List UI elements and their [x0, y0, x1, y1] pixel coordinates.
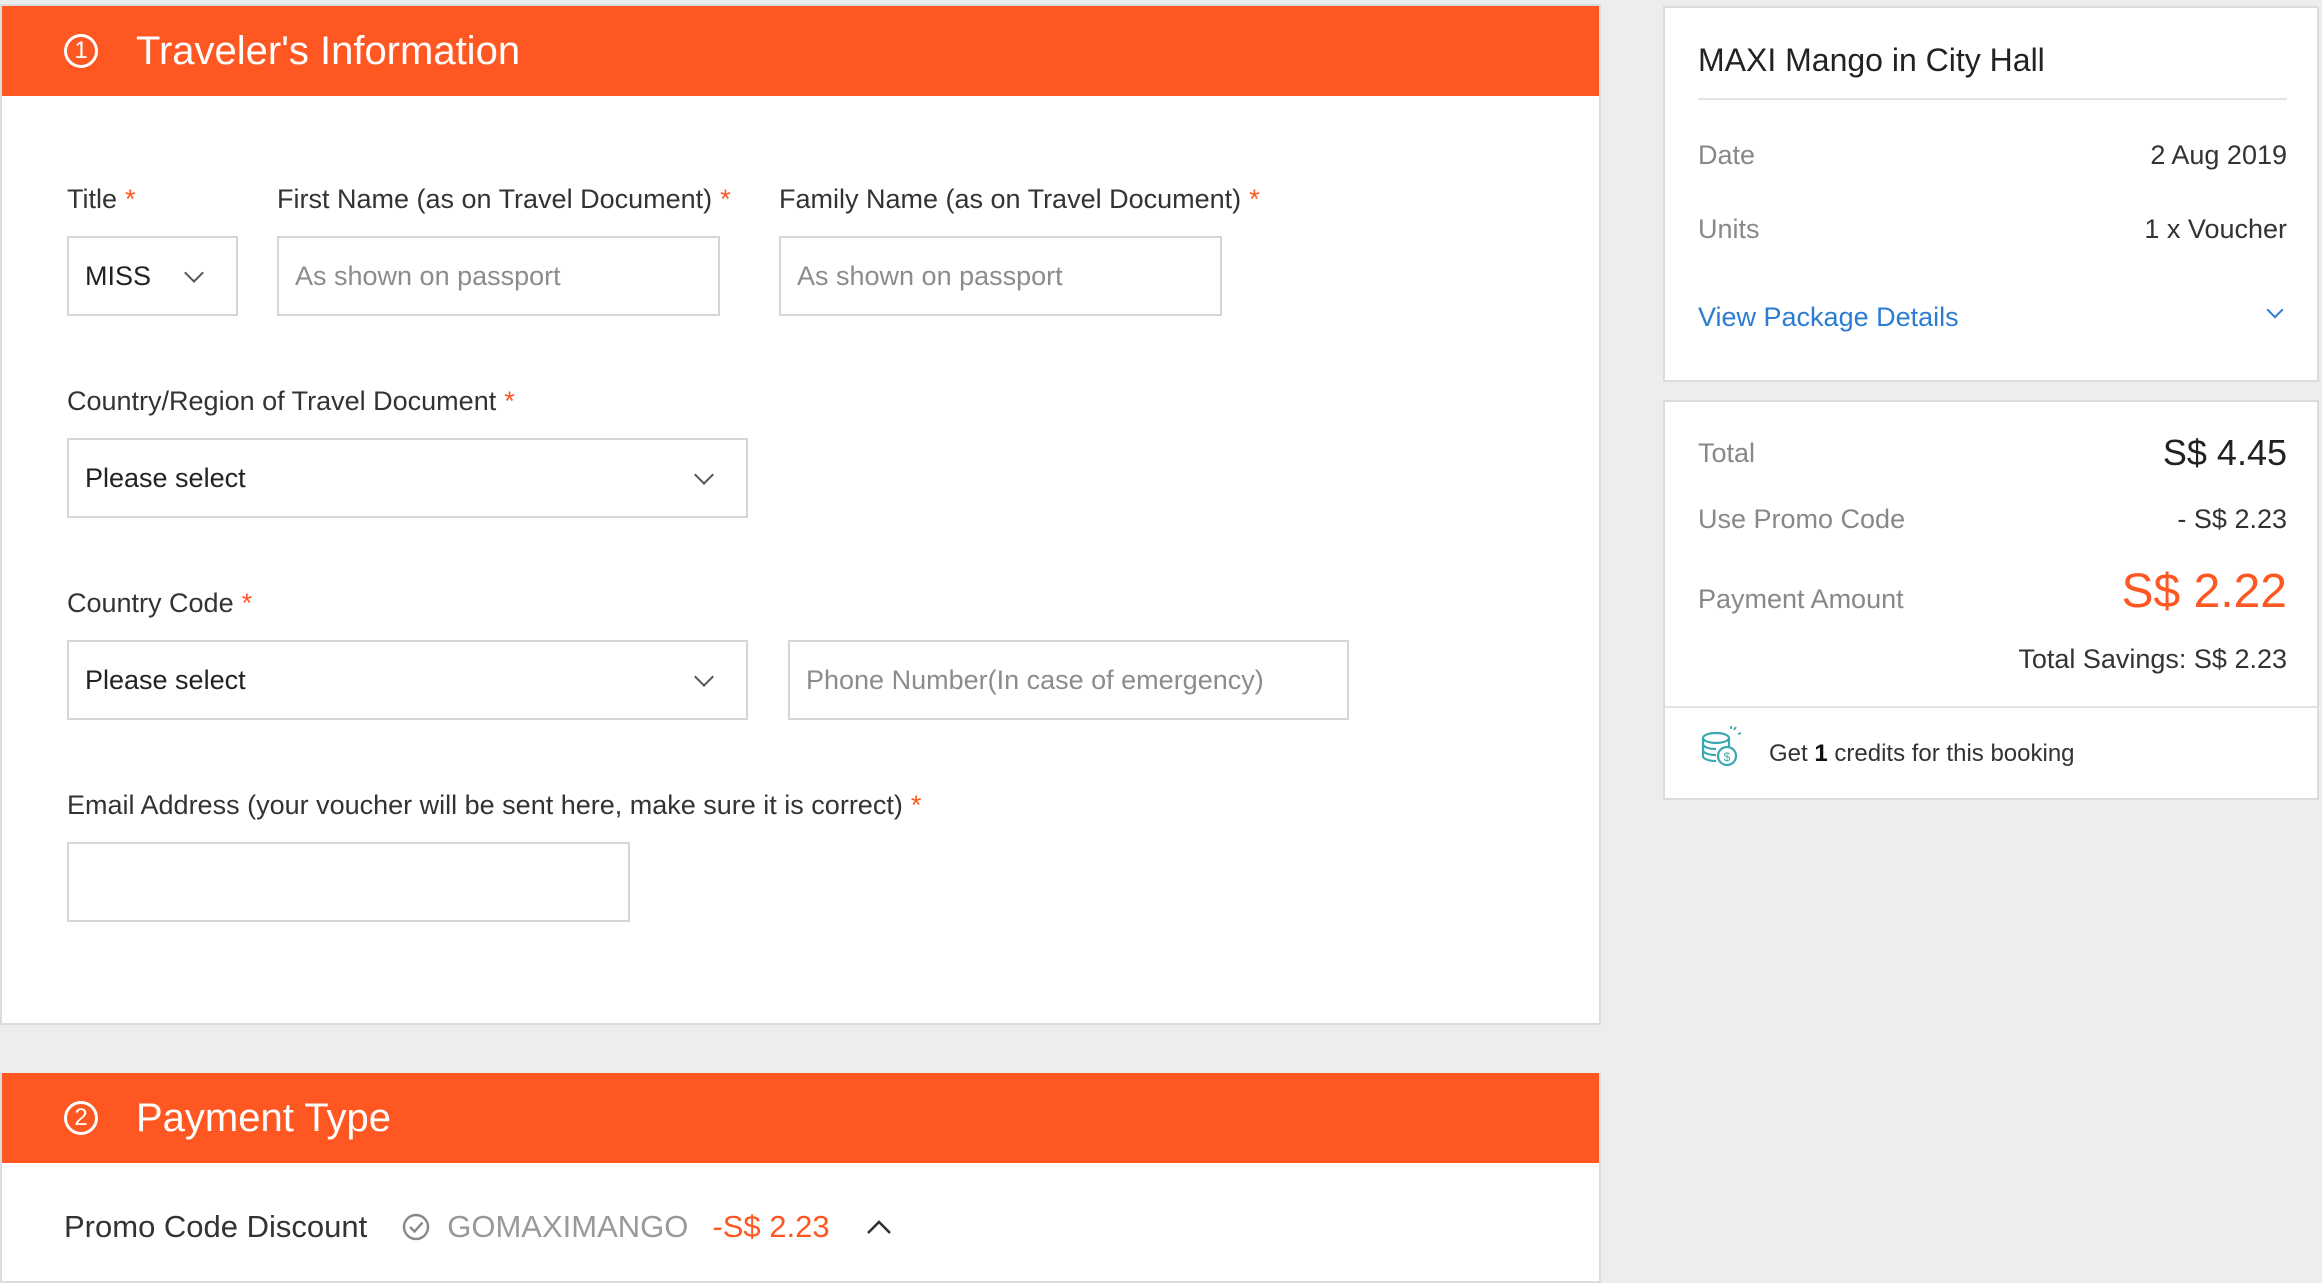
- promo-value: - S$ 2.23: [2177, 504, 2287, 534]
- title-select-value: MISS: [85, 260, 152, 291]
- promo-discount-label: Promo Code Discount: [64, 1209, 368, 1244]
- payment-type-header: 2 Payment Type: [2, 1073, 1599, 1163]
- country-code-value: Please select: [85, 664, 246, 695]
- pricing-divider: [1665, 706, 2317, 708]
- payment-type-title: Payment Type: [136, 1095, 391, 1140]
- phone-field[interactable]: [788, 640, 1349, 720]
- chevron-up-icon[interactable]: [866, 1219, 892, 1235]
- payment-amount-value: S$ 2.22: [2121, 565, 2287, 618]
- promo-amount: -S$ 2.23: [712, 1209, 830, 1244]
- travelers-info-card: 1 Traveler's Information Title * MISS Fir…: [0, 4, 1601, 1025]
- units-value: 1 x Voucher: [2144, 214, 2287, 244]
- total-value: S$ 4.45: [2162, 432, 2287, 473]
- first-name-input[interactable]: [295, 260, 702, 292]
- phone-input[interactable]: [806, 664, 1331, 696]
- total-label: Total: [1698, 438, 1756, 468]
- credits-count: 1: [1814, 740, 1828, 767]
- credits-coin-icon: $: [1698, 726, 1742, 775]
- date-label: Date: [1698, 140, 1756, 170]
- country-code-select[interactable]: Please select: [67, 640, 748, 720]
- summary-divider: [1698, 98, 2287, 100]
- step-one-icon: 1: [64, 34, 98, 68]
- payment-type-card: 2 Payment Type Promo Code Discount GOMAX…: [0, 1073, 1601, 1283]
- promo-discount-row: Promo Code Discount GOMAXIMANGO -S$ 2.23: [64, 1209, 892, 1245]
- step-two-icon: 2: [64, 1101, 98, 1135]
- view-package-details-link[interactable]: View Package Details: [1698, 302, 1959, 333]
- check-circle-icon: [401, 1212, 431, 1242]
- chevron-down-icon[interactable]: [2266, 301, 2284, 319]
- email-label: Email Address (your voucher will be sent…: [67, 790, 922, 820]
- pricing-card: Total S$ 4.45 Use Promo Code - S$ 2.23 P…: [1663, 400, 2319, 800]
- total-savings: Total Savings: S$ 2.23: [2018, 644, 2287, 674]
- email-input[interactable]: [85, 866, 612, 898]
- package-summary-card: MAXI Mango in City Hall Date 2 Aug 2019 …: [1663, 6, 2319, 382]
- svg-text:$: $: [1724, 750, 1731, 764]
- product-title: MAXI Mango in City Hall: [1698, 42, 2045, 78]
- chevron-down-icon: [184, 263, 204, 283]
- promo-label: Use Promo Code: [1698, 504, 1906, 534]
- country-region-label: Country/Region of Travel Document *: [67, 386, 515, 416]
- promo-code-text: GOMAXIMANGO: [447, 1209, 689, 1244]
- family-name-field[interactable]: [779, 236, 1222, 316]
- title-select[interactable]: MISS: [67, 236, 238, 316]
- email-field[interactable]: [67, 842, 630, 922]
- title-label: Title *: [67, 184, 136, 214]
- travelers-info-header: 1 Traveler's Information: [2, 6, 1599, 96]
- first-name-field[interactable]: [277, 236, 720, 316]
- chevron-down-icon: [694, 667, 714, 687]
- chevron-down-icon: [694, 465, 714, 485]
- units-label: Units: [1698, 214, 1760, 244]
- date-value: 2 Aug 2019: [2150, 140, 2287, 170]
- country-code-label: Country Code *: [67, 588, 253, 618]
- country-region-select[interactable]: Please select: [67, 438, 748, 518]
- family-name-input[interactable]: [797, 260, 1204, 292]
- first-name-label: First Name (as on Travel Document) *: [277, 184, 731, 214]
- country-region-value: Please select: [85, 462, 246, 493]
- credits-text: Get 1 credits for this booking: [1769, 740, 2075, 767]
- travelers-info-title: Traveler's Information: [136, 28, 521, 73]
- payment-amount-label: Payment Amount: [1698, 584, 1904, 614]
- family-name-label: Family Name (as on Travel Document) *: [779, 184, 1260, 214]
